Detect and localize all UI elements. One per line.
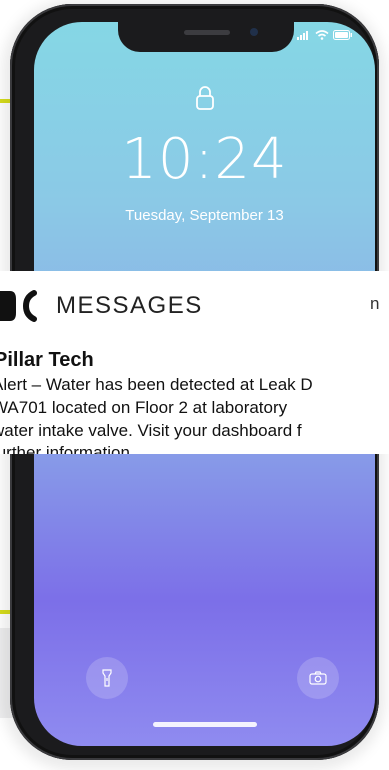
notch xyxy=(118,22,294,52)
camera-button[interactable] xyxy=(297,657,339,699)
wifi-icon xyxy=(315,30,329,40)
front-camera xyxy=(250,28,258,36)
speaker-grille xyxy=(184,30,230,35)
notification-body-line: Alert – Water has been detected at Leak … xyxy=(0,375,313,394)
notification-header: MESSAGES xyxy=(0,289,203,323)
notification-body-line: WA701 located on Floor 2 at laboratory xyxy=(0,398,288,417)
signal-icon xyxy=(297,31,308,40)
notification-sender: Pillar Tech xyxy=(0,349,94,371)
status-bar xyxy=(297,30,353,40)
notification-body-line: further information. xyxy=(0,443,135,454)
notification-banner[interactable]: MESSAGES n Pillar Tech Alert – Water has… xyxy=(0,271,389,454)
battery-icon xyxy=(333,30,352,40)
notification-body-line: water intake valve. Visit your dashboard… xyxy=(0,421,302,440)
home-indicator[interactable] xyxy=(153,722,257,727)
notification-time: n xyxy=(370,294,380,313)
lockscreen-date: Tuesday, September 13 xyxy=(125,207,284,224)
messages-app-icon xyxy=(0,290,37,322)
notification-app-name: MESSAGES xyxy=(56,292,203,319)
flashlight-button[interactable] xyxy=(86,657,128,699)
lockscreen-time: 10:24 xyxy=(121,127,288,192)
flashlight-icon xyxy=(102,669,112,687)
camera-icon xyxy=(309,671,327,685)
lock-icon xyxy=(196,86,214,110)
